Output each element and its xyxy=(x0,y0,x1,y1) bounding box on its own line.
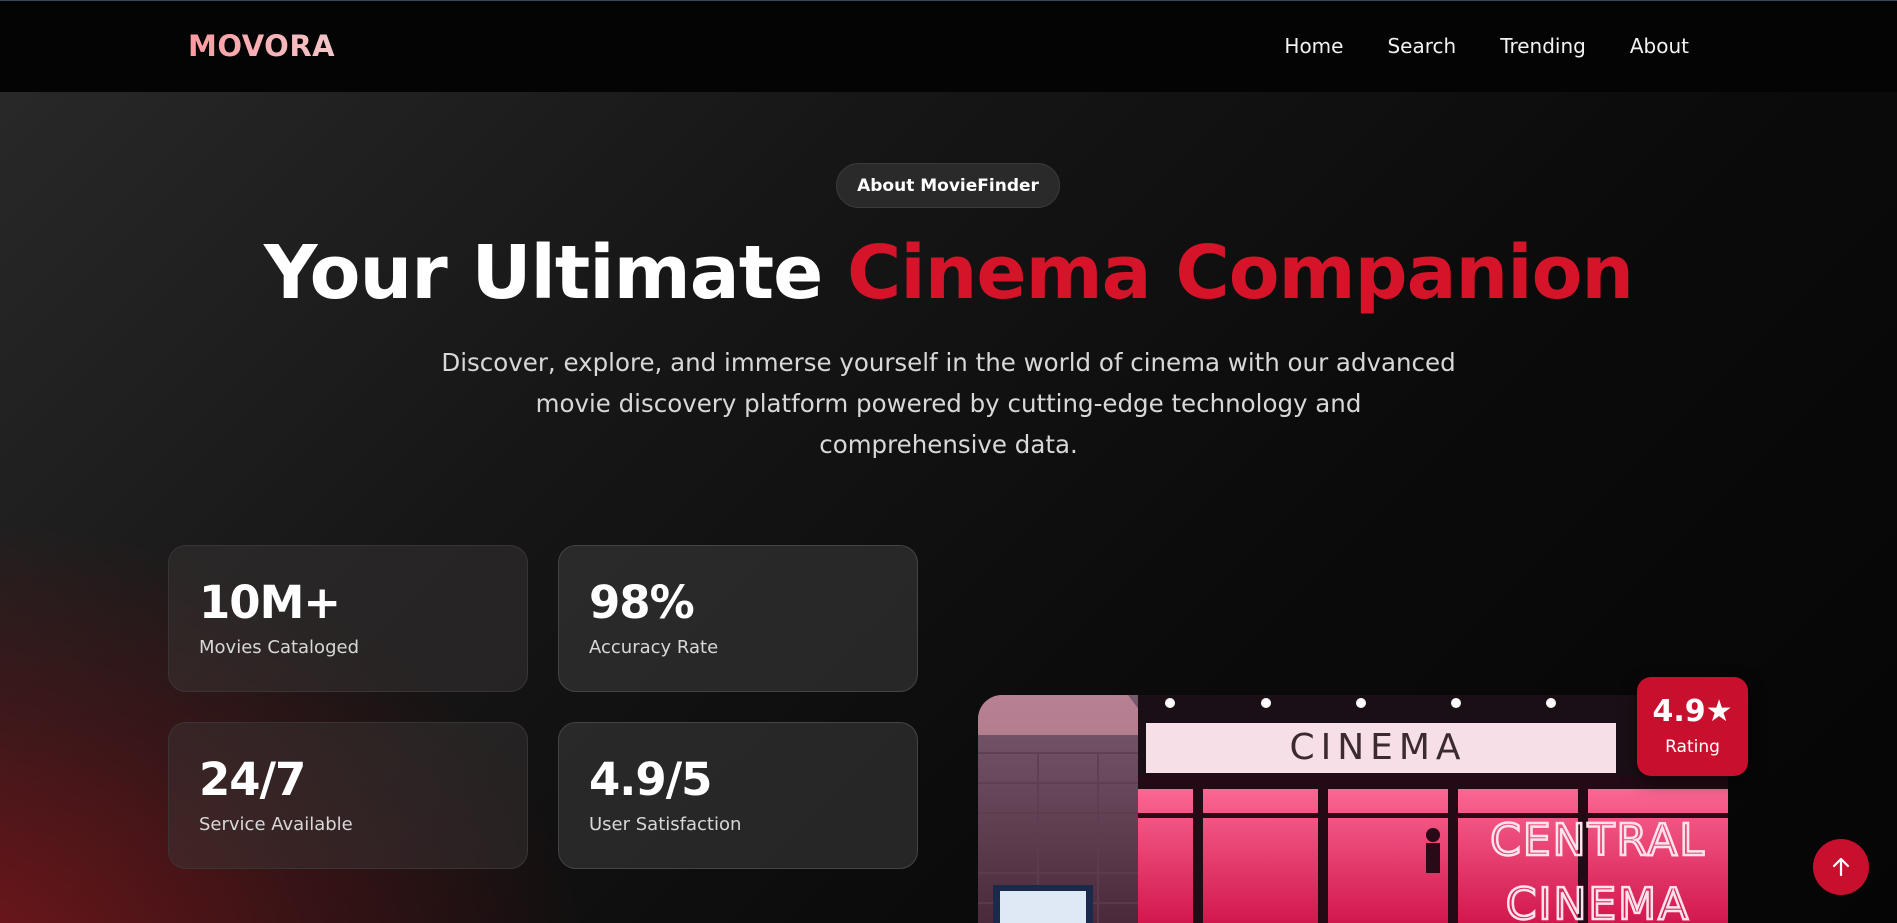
nav-about-link[interactable]: About xyxy=(1630,34,1689,58)
nav-home-link[interactable]: Home xyxy=(1284,34,1343,58)
stat-value: 10M+ xyxy=(199,576,341,629)
nav-search-link[interactable]: Search xyxy=(1387,34,1456,58)
stat-card-accuracy: 98% Accuracy Rate xyxy=(558,545,918,692)
arrow-up-icon xyxy=(1832,857,1850,877)
cinema-sign-text: CINEMA xyxy=(1289,727,1466,768)
cinema-photo: CINEMA CENTRAL CINEMA xyxy=(978,695,1728,923)
rating-label: Rating xyxy=(1665,737,1720,757)
brand-logo[interactable]: MOVORA xyxy=(188,29,335,63)
stat-card-movies: 10M+ Movies Cataloged xyxy=(168,545,528,692)
stat-label: User Satisfaction xyxy=(589,814,742,835)
top-navbar: MOVORA Home Search Trending About xyxy=(0,0,1897,92)
hero-title-white: Your Ultimate xyxy=(263,230,823,316)
stat-card-satisfaction: 4.9/5 User Satisfaction xyxy=(558,722,918,869)
cinema-illustration: CINEMA CENTRAL CINEMA xyxy=(978,695,1728,923)
main-nav: Home Search Trending About xyxy=(1284,34,1689,58)
stat-value: 24/7 xyxy=(199,753,306,806)
neon-sign-line1: CENTRAL xyxy=(1490,815,1706,866)
neon-sign-line2: CINEMA xyxy=(1506,879,1690,923)
about-badge: About MovieFinder xyxy=(836,163,1060,208)
rating-value: 4.9★ xyxy=(1652,694,1733,729)
nav-trending-link[interactable]: Trending xyxy=(1500,34,1586,58)
stat-label: Accuracy Rate xyxy=(589,637,719,658)
stat-label: Movies Cataloged xyxy=(199,637,359,658)
hero-subtitle: Discover, explore, and immerse yourself … xyxy=(441,348,1456,459)
stat-value: 98% xyxy=(589,576,695,629)
stat-label: Service Available xyxy=(199,814,353,835)
scroll-to-top-button[interactable] xyxy=(1813,839,1869,895)
stat-card-service: 24/7 Service Available xyxy=(168,722,528,869)
stat-value: 4.9/5 xyxy=(589,753,712,806)
rating-badge: 4.9★ Rating xyxy=(1637,677,1748,776)
hero-title: Your Ultimate Cinema Companion xyxy=(0,230,1897,316)
hero-title-highlight: Cinema Companion xyxy=(847,230,1634,316)
